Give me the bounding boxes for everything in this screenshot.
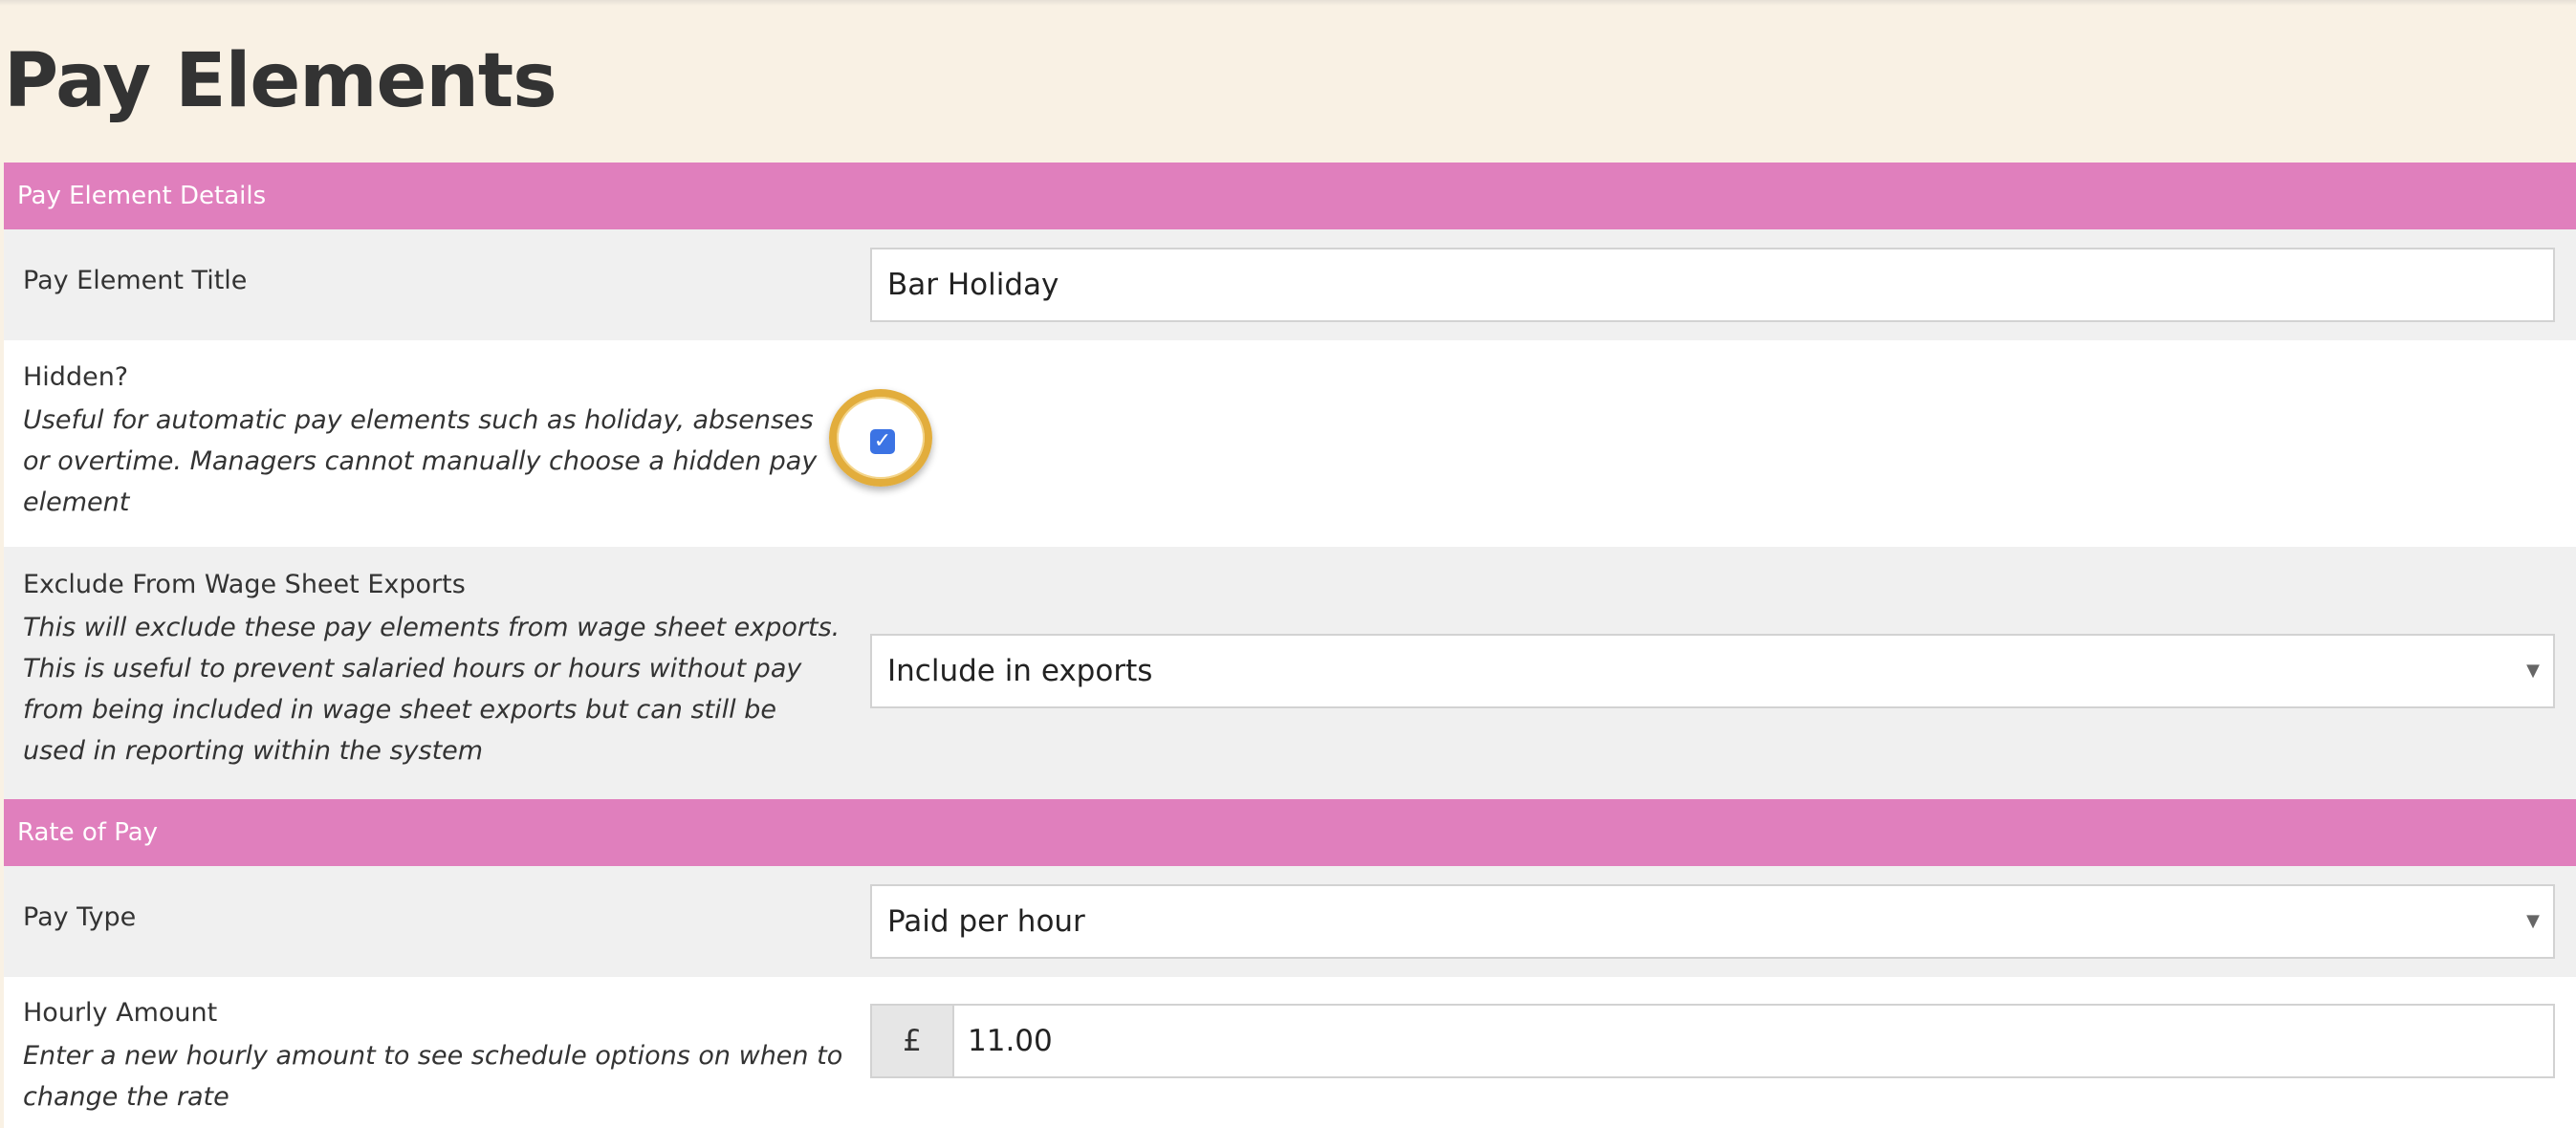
checkmark-icon: ✓ [873, 429, 892, 453]
hourly-amount-input[interactable]: £ 11.00 [870, 1004, 2555, 1078]
section-header-pay-element-details: Pay Element Details [4, 163, 2576, 229]
form-row-exclude-exports: Exclude From Wage Sheet Exports This wil… [4, 547, 2576, 799]
exclude-exports-description: This will exclude these pay elements fro… [23, 613, 840, 766]
pay-element-title-input[interactable]: Bar Holiday [870, 248, 2555, 322]
section-header-rate-of-pay: Rate of Pay [4, 799, 2576, 866]
exclude-exports-value: Include in exports [887, 654, 1153, 688]
hourly-amount-description: Enter a new hourly amount to see schedul… [23, 1041, 843, 1112]
chevron-down-icon: ▼ [2526, 911, 2540, 931]
exclude-exports-label: Exclude From Wage Sheet Exports [23, 570, 466, 599]
form-row-hourly-amount: Hourly Amount Enter a new hourly amount … [4, 977, 2576, 1128]
chevron-down-icon: ▼ [2526, 661, 2540, 681]
pay-element-title-value: Bar Holiday [887, 268, 1059, 302]
top-shadow [0, 0, 2576, 6]
form-row-pay-element-title: Pay Element Title Bar Holiday [4, 229, 2576, 340]
pay-element-title-label: Pay Element Title [23, 266, 248, 295]
pay-type-select[interactable]: Paid per hour ▼ [870, 884, 2555, 959]
hourly-amount-label: Hourly Amount [23, 998, 218, 1028]
hidden-label: Hidden? [23, 362, 129, 392]
hidden-checkbox[interactable]: ✓ [870, 429, 895, 454]
hourly-amount-value: 11.00 [968, 1024, 1053, 1058]
pay-type-value: Paid per hour [887, 904, 1085, 939]
form-row-pay-type: Pay Type Paid per hour ▼ [4, 866, 2576, 977]
exclude-exports-select[interactable]: Include in exports ▼ [870, 634, 2555, 708]
hidden-description: Useful for automatic pay elements such a… [23, 405, 818, 517]
form-row-hidden: Hidden? Useful for automatic pay element… [4, 340, 2576, 547]
currency-prefix: £ [872, 1006, 954, 1076]
pay-type-label: Pay Type [23, 902, 137, 932]
page-title: Pay Elements [4, 38, 557, 124]
